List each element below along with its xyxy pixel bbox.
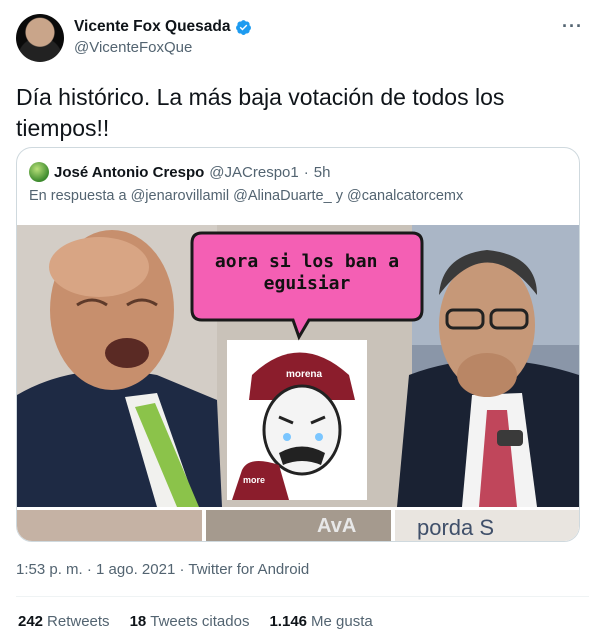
- speech-bubble-text: aora si los ban a eguisiar: [214, 251, 400, 294]
- meme-image-strip: AvA porda S: [17, 507, 579, 541]
- strip-middle: [206, 510, 391, 541]
- stat-retweets[interactable]: 242 Retweets: [18, 613, 110, 630]
- cap-text: morena: [285, 369, 323, 380]
- tweet-header: Vicente Fox Quesada @VicenteFoxQue ···: [16, 14, 589, 64]
- strip-text: porda S: [417, 515, 495, 540]
- shirt-text: more: [243, 475, 266, 485]
- divider: [16, 596, 589, 597]
- verified-badge-icon: [235, 19, 251, 35]
- quoted-reply-context: En respuesta a @jenarovillamil @AlinaDua…: [29, 188, 463, 204]
- more-options-icon[interactable]: ···: [562, 16, 583, 37]
- tweet-text: Día histórico. La más baja votación de t…: [16, 84, 505, 141]
- strip-left: [17, 510, 202, 541]
- author-name-row[interactable]: Vicente Fox Quesada: [74, 18, 252, 36]
- quote-tweets-count: 18: [129, 613, 147, 630]
- quoted-tweet[interactable]: José Antonio Crespo @JACrespo1 · 5h En r…: [16, 147, 580, 542]
- quoted-time: 5h: [313, 163, 331, 181]
- likes-count: 1.146: [269, 613, 308, 630]
- tweet-metadata: 1:53 p. m. · 1 ago. 2021 · Twitter for A…: [16, 561, 309, 578]
- meme-image: aora si los ban a eguisiar morena more: [17, 225, 579, 507]
- meta-separator: ·: [86, 561, 92, 578]
- stat-likes[interactable]: 1.146 Me gusta: [269, 613, 372, 630]
- retweets-count: 242: [18, 613, 44, 630]
- engagement-stats: 242 Retweets 18 Tweets citados 1.146 Me gus…: [18, 613, 373, 630]
- quoted-avatar: [29, 162, 49, 182]
- reply-mentions: @jenarovillamil @AlinaDuarte_ y @canalca…: [130, 188, 464, 204]
- likes-label: Me gusta: [311, 613, 373, 630]
- author-display-name[interactable]: Vicente Fox Quesada: [74, 18, 231, 36]
- quoted-separator: ·: [303, 163, 309, 181]
- author-handle[interactable]: @VicenteFoxQue: [74, 39, 252, 56]
- author-info: Vicente Fox Quesada @VicenteFoxQue: [74, 18, 252, 56]
- tweet-source[interactable]: Twitter for Android: [188, 561, 309, 578]
- tweet-date[interactable]: 1 ago. 2021: [96, 561, 175, 578]
- author-avatar[interactable]: [16, 14, 64, 62]
- quoted-display-name: José Antonio Crespo: [54, 163, 205, 181]
- stat-quote-tweets[interactable]: 18 Tweets citados: [130, 613, 250, 630]
- reply-prefix: En respuesta a: [29, 188, 127, 204]
- retweets-label: Retweets: [47, 613, 110, 630]
- strip-watermark: AvA: [317, 515, 357, 537]
- tweet-time[interactable]: 1:53 p. m.: [16, 561, 83, 578]
- quote-tweets-label: Tweets citados: [150, 613, 250, 630]
- quoted-handle: @JACrespo1: [209, 163, 299, 181]
- quoted-header: José Antonio Crespo @JACrespo1 · 5h: [29, 162, 330, 182]
- quoted-media[interactable]: aora si los ban a eguisiar morena more A…: [17, 225, 579, 541]
- meta-separator: ·: [179, 561, 185, 578]
